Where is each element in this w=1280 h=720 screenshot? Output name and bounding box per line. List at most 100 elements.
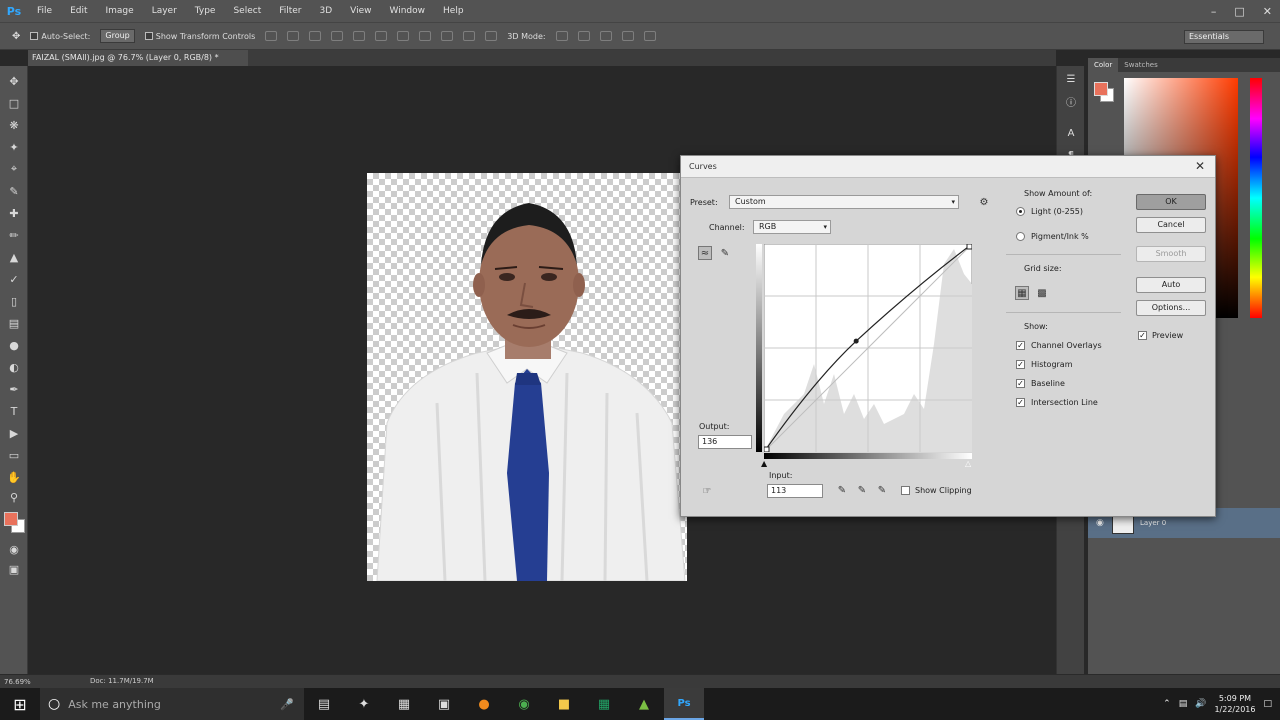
menu-image[interactable]: Image (97, 0, 143, 22)
show-transform-checkbox[interactable] (144, 32, 153, 40)
eyedropper-tool-icon[interactable]: ✎ (7, 184, 21, 198)
tray-up-arrow-icon[interactable]: ⌃ (1163, 699, 1171, 709)
auto-select-option[interactable]: Auto-Select: (30, 32, 90, 41)
clock[interactable]: 5:09 PM 1/22/2016 (1214, 693, 1255, 715)
volume-icon[interactable]: 🔊 (1195, 699, 1206, 709)
quick-select-tool-icon[interactable]: ✦ (7, 140, 21, 154)
curve-graph[interactable] (764, 244, 972, 452)
clone-stamp-tool-icon[interactable]: ▲ (7, 250, 21, 264)
pen-tool-icon[interactable]: ✒ (7, 382, 21, 396)
eye-icon[interactable]: ◉ (1096, 518, 1106, 528)
tab-color[interactable]: Color (1088, 58, 1119, 72)
lasso-tool-icon[interactable]: ❋ (7, 118, 21, 132)
light-radio[interactable] (1016, 207, 1025, 216)
rotate-3d-icon[interactable] (555, 31, 568, 41)
dodge-tool-icon[interactable]: ◐ (7, 360, 21, 374)
foreground-color-swatch[interactable] (4, 512, 18, 526)
firefox-icon[interactable]: ● (464, 688, 504, 720)
eraser-tool-icon[interactable]: ▯ (7, 294, 21, 308)
rectangle-tool-icon[interactable]: ▭ (7, 448, 21, 462)
task-view-icon[interactable]: ▤ (304, 688, 344, 720)
crop-tool-icon[interactable]: ⌖ (7, 162, 21, 176)
input-field[interactable]: 113 (767, 484, 823, 498)
channel-dropdown[interactable]: RGB ▾ (753, 220, 831, 234)
menu-file[interactable]: File (28, 0, 61, 22)
workspace-dropdown[interactable]: Essentials (1184, 30, 1264, 44)
smooth-button[interactable]: Smooth (1136, 246, 1206, 262)
explorer-app-icon[interactable]: ▣ (424, 688, 464, 720)
hue-slider[interactable] (1250, 78, 1262, 318)
app-icon[interactable]: ✦ (344, 688, 384, 720)
close-window-icon[interactable]: ✕ (1263, 5, 1272, 18)
minimize-icon[interactable]: – (1211, 5, 1217, 18)
windows-start-icon[interactable]: ⊞ (0, 688, 40, 720)
cortana-search-box[interactable]: ○ Ask me anything 🎤 (40, 688, 304, 720)
distribute-bottom-icon[interactable] (441, 31, 454, 41)
align-top-icon[interactable] (265, 31, 278, 41)
ok-button[interactable]: OK (1136, 194, 1206, 210)
white-eyedropper-icon[interactable]: ✎ (875, 483, 889, 497)
menu-layer[interactable]: Layer (143, 0, 186, 22)
cancel-button[interactable]: Cancel (1136, 217, 1206, 233)
spreadsheet-icon[interactable]: ▦ (584, 688, 624, 720)
menu-3d[interactable]: 3D (311, 0, 342, 22)
align-right-icon[interactable] (375, 31, 388, 41)
photoshop-taskbar-icon[interactable]: Ps (664, 688, 704, 720)
roll-3d-icon[interactable] (577, 31, 590, 41)
baseline-checkbox[interactable]: ✓ (1016, 379, 1025, 388)
align-middle-icon[interactable] (287, 31, 300, 41)
blur-tool-icon[interactable]: ● (7, 338, 21, 352)
distribute-top-icon[interactable] (397, 31, 410, 41)
detailed-grid-icon[interactable]: ▩ (1035, 286, 1049, 300)
zoom-level[interactable]: 76.69% (0, 678, 36, 686)
menu-window[interactable]: Window (381, 0, 435, 22)
drag-3d-icon[interactable] (599, 31, 612, 41)
maximize-icon[interactable]: □ (1234, 5, 1244, 18)
histogram-checkbox[interactable]: ✓ (1016, 360, 1025, 369)
output-field[interactable]: 136 (698, 435, 752, 449)
marquee-tool-icon[interactable]: □ (7, 96, 21, 110)
pencil-draw-icon[interactable]: ✎ (718, 246, 732, 260)
character-panel-icon[interactable]: A (1064, 126, 1078, 140)
quick-mask-icon[interactable]: ◉ (7, 542, 21, 556)
preset-options-icon[interactable]: ⚙ (977, 195, 991, 209)
screen-mode-icon[interactable]: ▣ (7, 562, 21, 576)
show-transform-option[interactable]: Show Transform Controls (144, 32, 255, 41)
preset-dropdown[interactable]: Custom ▾ (729, 195, 959, 209)
black-eyedropper-icon[interactable]: ✎ (835, 483, 849, 497)
panel-foreground-swatch[interactable] (1094, 82, 1108, 96)
chrome-icon[interactable]: ◉ (504, 688, 544, 720)
menu-select[interactable]: Select (224, 0, 270, 22)
menu-type[interactable]: Type (186, 0, 225, 22)
document-tab[interactable]: FAIZAL (SMAll).jpg @ 76.7% (Layer 0, RGB… (28, 50, 248, 66)
document-info[interactable]: Doc: 11.7M/19.7M (90, 677, 154, 685)
align-center-icon[interactable] (353, 31, 366, 41)
move-tool-icon[interactable]: ✥ (7, 74, 21, 88)
gradient-tool-icon[interactable]: ▤ (7, 316, 21, 330)
auto-select-dropdown[interactable]: Group (100, 29, 135, 43)
menu-filter[interactable]: Filter (270, 0, 310, 22)
path-selection-tool-icon[interactable]: ▶ (7, 426, 21, 440)
move-tool-icon[interactable]: ✥ (12, 31, 20, 42)
channel-overlays-checkbox[interactable]: ✓ (1016, 341, 1025, 350)
healing-brush-tool-icon[interactable]: ✚ (7, 206, 21, 220)
curve-endpoint-black[interactable] (764, 446, 770, 452)
file-explorer-icon[interactable]: ■ (544, 688, 584, 720)
zoom-tool-icon[interactable]: ⚲ (7, 490, 21, 504)
network-icon[interactable]: ▤ (1179, 699, 1188, 709)
preview-checkbox[interactable]: ✓ (1138, 331, 1147, 340)
menu-view[interactable]: View (341, 0, 380, 22)
distribute-left-icon[interactable] (463, 31, 476, 41)
brush-tool-icon[interactable]: ✏ (7, 228, 21, 242)
document-canvas[interactable] (367, 173, 687, 581)
distribute-middle-icon[interactable] (419, 31, 432, 41)
shield-icon[interactable]: ▲ (624, 688, 664, 720)
layer-name[interactable]: Layer 0 (1140, 519, 1166, 527)
history-brush-tool-icon[interactable]: ✓ (7, 272, 21, 286)
menu-edit[interactable]: Edit (61, 0, 96, 22)
distribute-right-icon[interactable] (485, 31, 498, 41)
simple-grid-icon[interactable]: ▦ (1015, 286, 1029, 300)
black-point-slider[interactable]: ▲ (761, 459, 767, 468)
type-tool-icon[interactable]: T (7, 404, 21, 418)
curve-control-point[interactable] (853, 338, 859, 344)
